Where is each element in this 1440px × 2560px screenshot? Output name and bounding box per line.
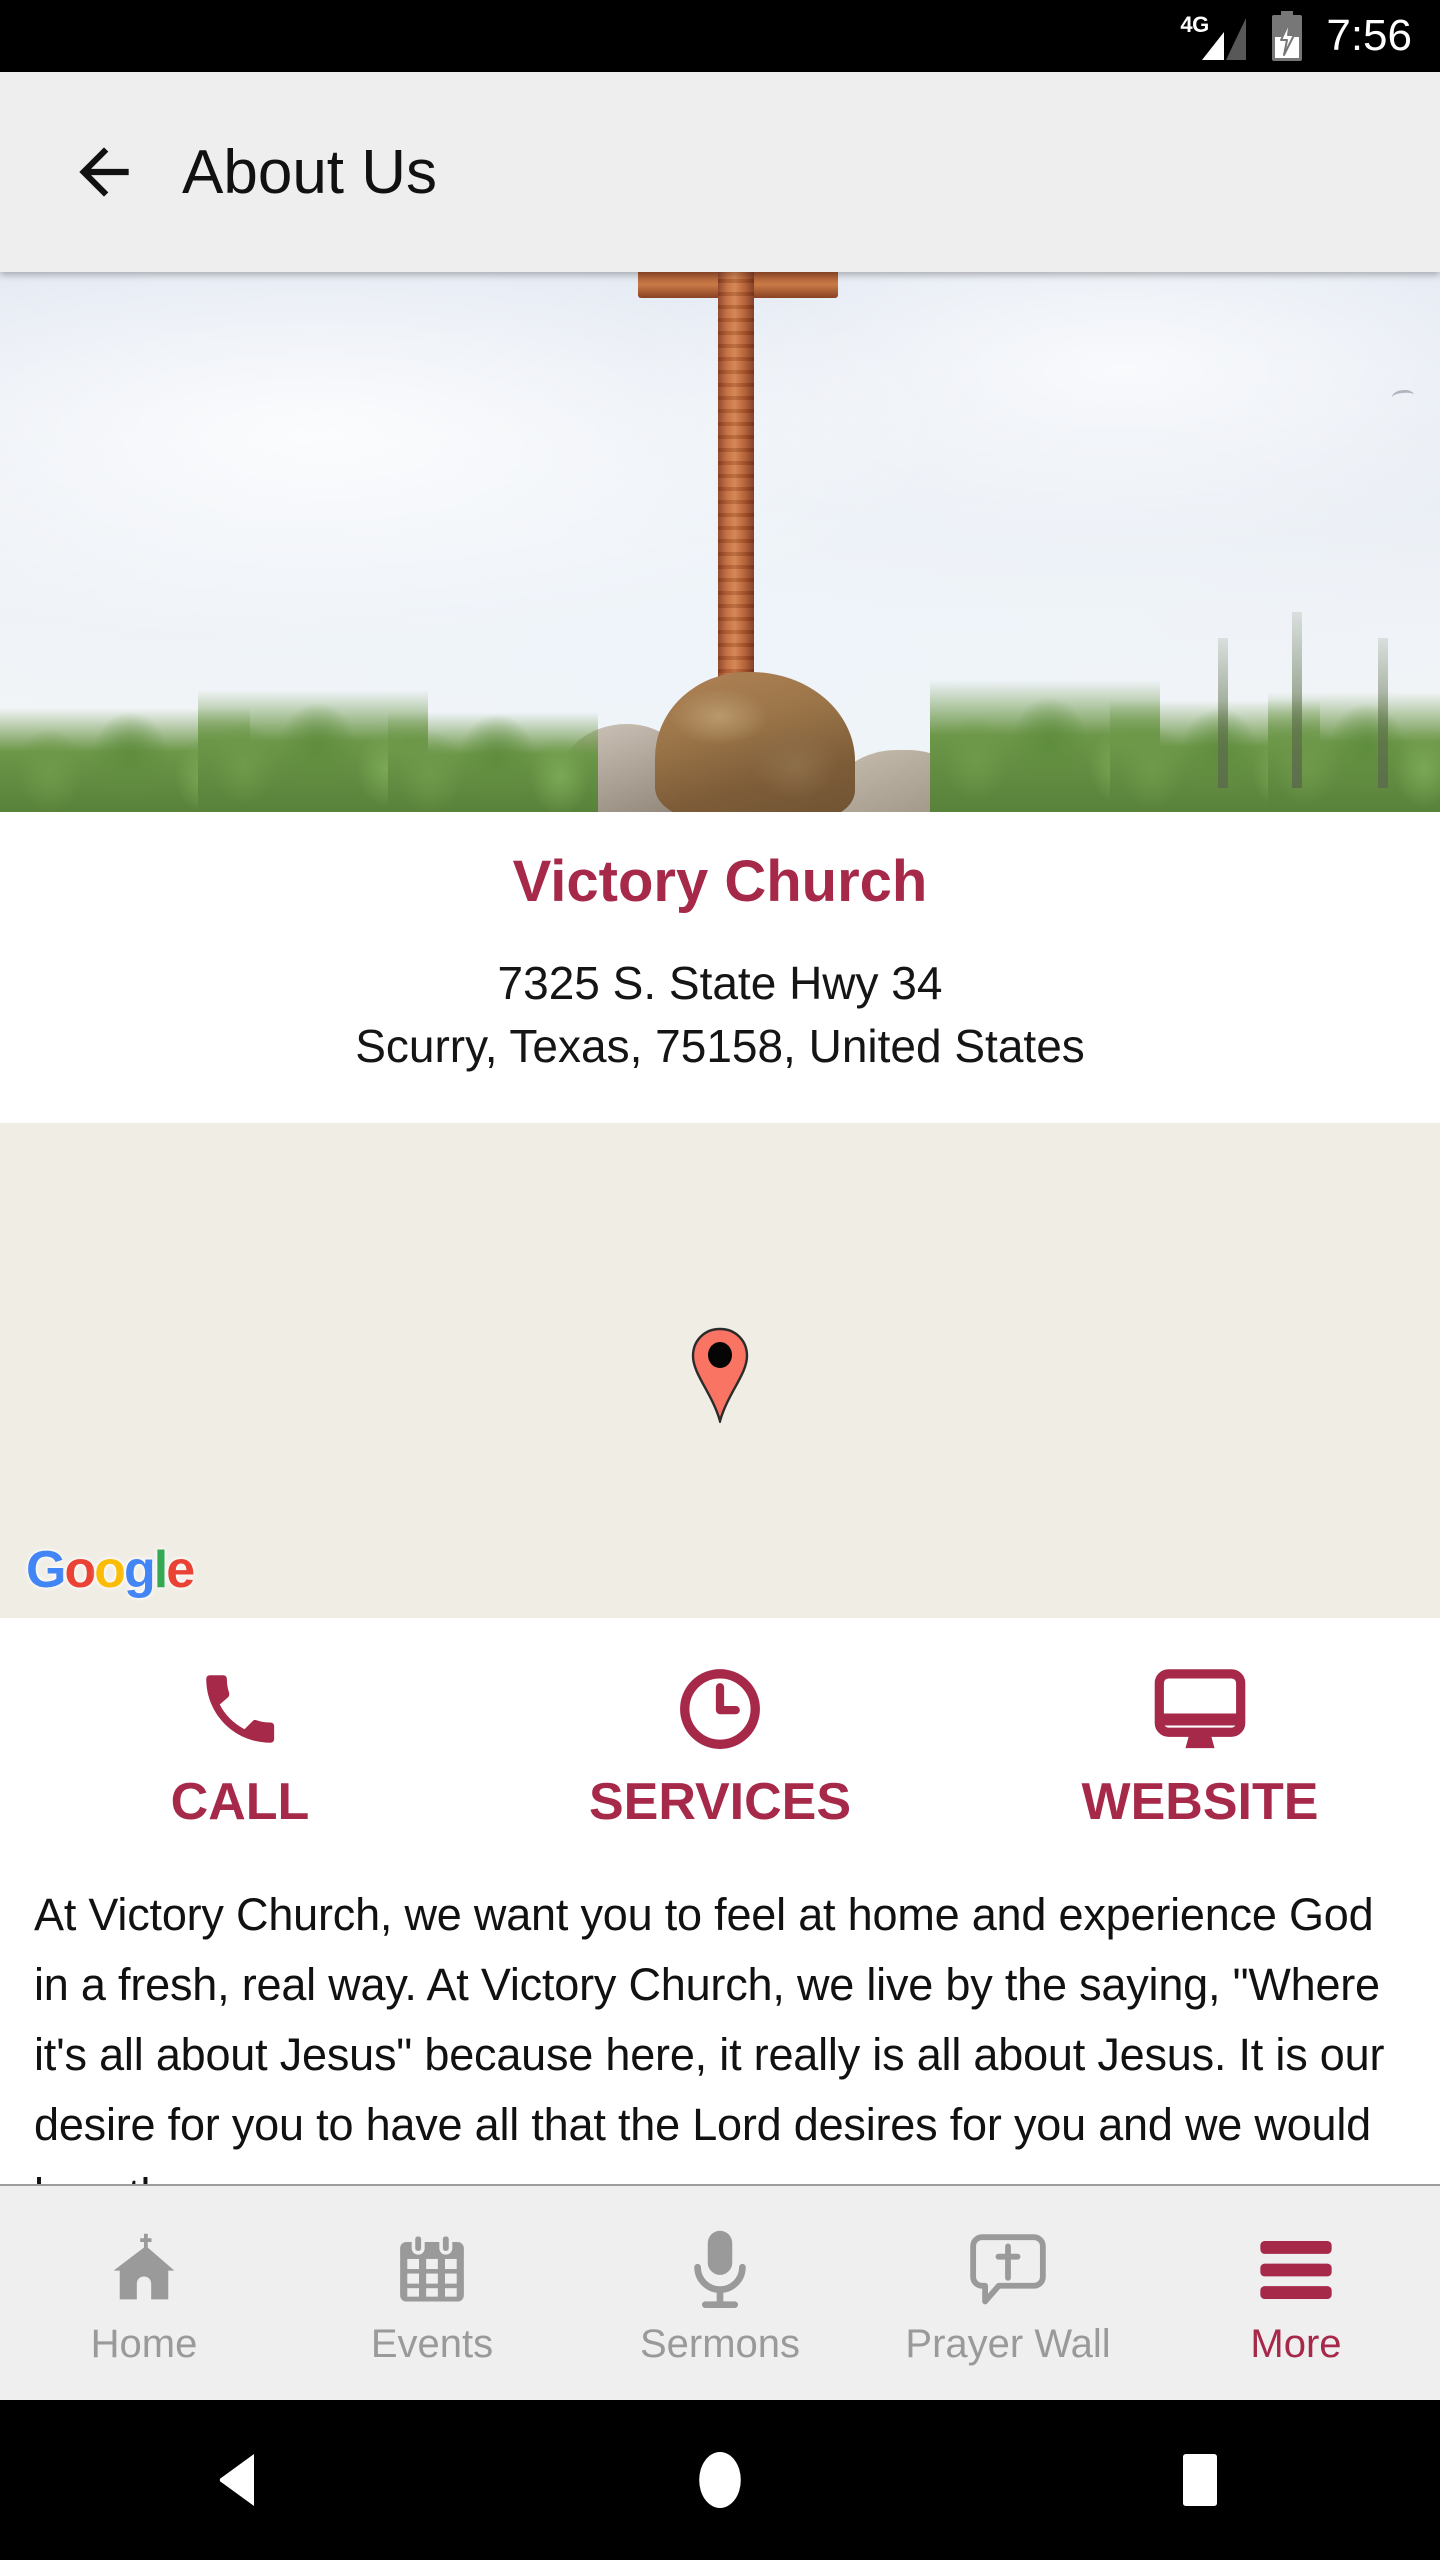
- android-back-button[interactable]: [165, 2405, 315, 2555]
- tab-home-label: Home: [90, 2322, 198, 2366]
- page-title: About Us: [182, 137, 438, 207]
- cross-bubble-icon: [966, 2222, 1050, 2318]
- google-letter-g1: G: [26, 1540, 66, 1599]
- hamburger-menu-icon: [1255, 2222, 1337, 2318]
- services-button-label: SERVICES: [588, 1772, 852, 1831]
- scroll-content: Victory Church 7325 S. State Hwy 34 Scur…: [0, 272, 1440, 2231]
- android-recents-button[interactable]: [1125, 2405, 1275, 2555]
- android-recents-icon: [1183, 2454, 1217, 2506]
- android-nav-bar: [0, 2400, 1440, 2560]
- status-bar: 4G 7:56: [0, 0, 1440, 72]
- signal-bars-glyph: [1202, 18, 1247, 60]
- tab-more-label: More: [1250, 2322, 1342, 2366]
- about-section: At Victory Church, we want you to feel a…: [0, 1857, 1440, 2231]
- android-back-icon: [219, 2454, 254, 2506]
- monitor-icon: [1154, 1662, 1246, 1754]
- venue-address-line-1: 7325 S. State Hwy 34: [497, 956, 943, 1009]
- call-button[interactable]: CALL: [0, 1662, 480, 1828]
- battery-charging-icon: [1272, 11, 1303, 61]
- back-arrow-icon: [79, 147, 129, 197]
- google-letter-g2: g: [123, 1540, 156, 1599]
- phone-screen: 4G 7:56 About Us Victory Church 7325 S. …: [0, 0, 1440, 2560]
- tab-prayer-wall-label: Prayer Wall: [905, 2322, 1111, 2366]
- bird: [1391, 388, 1415, 404]
- google-attribution: Google: [26, 1540, 195, 1599]
- status-bar-clock: 7:56: [1326, 11, 1412, 60]
- status-bar-icons: 4G 7:56: [1180, 10, 1412, 62]
- bottom-tab-bar: Home Events Sermons Prayer Wall More: [0, 2184, 1440, 2400]
- phone-icon: [195, 1662, 285, 1754]
- cross-post: [718, 272, 754, 696]
- clock-icon: [675, 1662, 765, 1754]
- action-row: CALL SERVICES WEBSITE: [0, 1617, 1440, 1858]
- services-button[interactable]: SERVICES: [480, 1662, 960, 1828]
- google-letter-o2: o: [94, 1540, 126, 1599]
- tree-trunk: [1378, 638, 1388, 788]
- calendar-icon: [393, 2222, 471, 2318]
- google-letter-l: l: [153, 1540, 169, 1599]
- app-bar: About Us: [0, 72, 1440, 272]
- tree-trunk: [1292, 612, 1302, 788]
- signal-bars-icon: 4G: [1180, 10, 1248, 62]
- map-pin-icon: [691, 1327, 749, 1423]
- venue-name: Victory Church: [512, 849, 928, 914]
- tab-home[interactable]: Home: [0, 2222, 288, 2364]
- microphone-icon: [685, 2222, 755, 2318]
- tab-sermons-label: Sermons: [639, 2322, 801, 2366]
- android-home-icon: [699, 2452, 741, 2508]
- back-button[interactable]: [48, 116, 160, 228]
- android-home-button[interactable]: [645, 2405, 795, 2555]
- venue-card: Victory Church 7325 S. State Hwy 34 Scur…: [0, 812, 1440, 1123]
- tab-prayer-wall[interactable]: Prayer Wall: [864, 2222, 1152, 2364]
- venue-address-line-2: Scurry, Texas, 75158, United States: [355, 1020, 1085, 1073]
- church-icon: [103, 2222, 185, 2318]
- call-button-label: CALL: [170, 1772, 310, 1831]
- hero-image: [0, 272, 1440, 812]
- website-button[interactable]: WEBSITE: [960, 1662, 1440, 1828]
- about-body-text: At Victory Church, we want you to feel a…: [34, 1888, 1385, 2221]
- tab-sermons[interactable]: Sermons: [576, 2222, 864, 2364]
- google-letter-e: e: [166, 1540, 195, 1599]
- tab-events-label: Events: [370, 2322, 494, 2366]
- tab-more[interactable]: More: [1152, 2222, 1440, 2364]
- tree-trunk: [1218, 638, 1228, 788]
- tab-events[interactable]: Events: [288, 2222, 576, 2364]
- google-letter-o1: o: [64, 1540, 96, 1599]
- website-button-label: WEBSITE: [1081, 1772, 1319, 1831]
- map-view[interactable]: Google: [0, 1122, 1440, 1618]
- shrub: [388, 712, 598, 812]
